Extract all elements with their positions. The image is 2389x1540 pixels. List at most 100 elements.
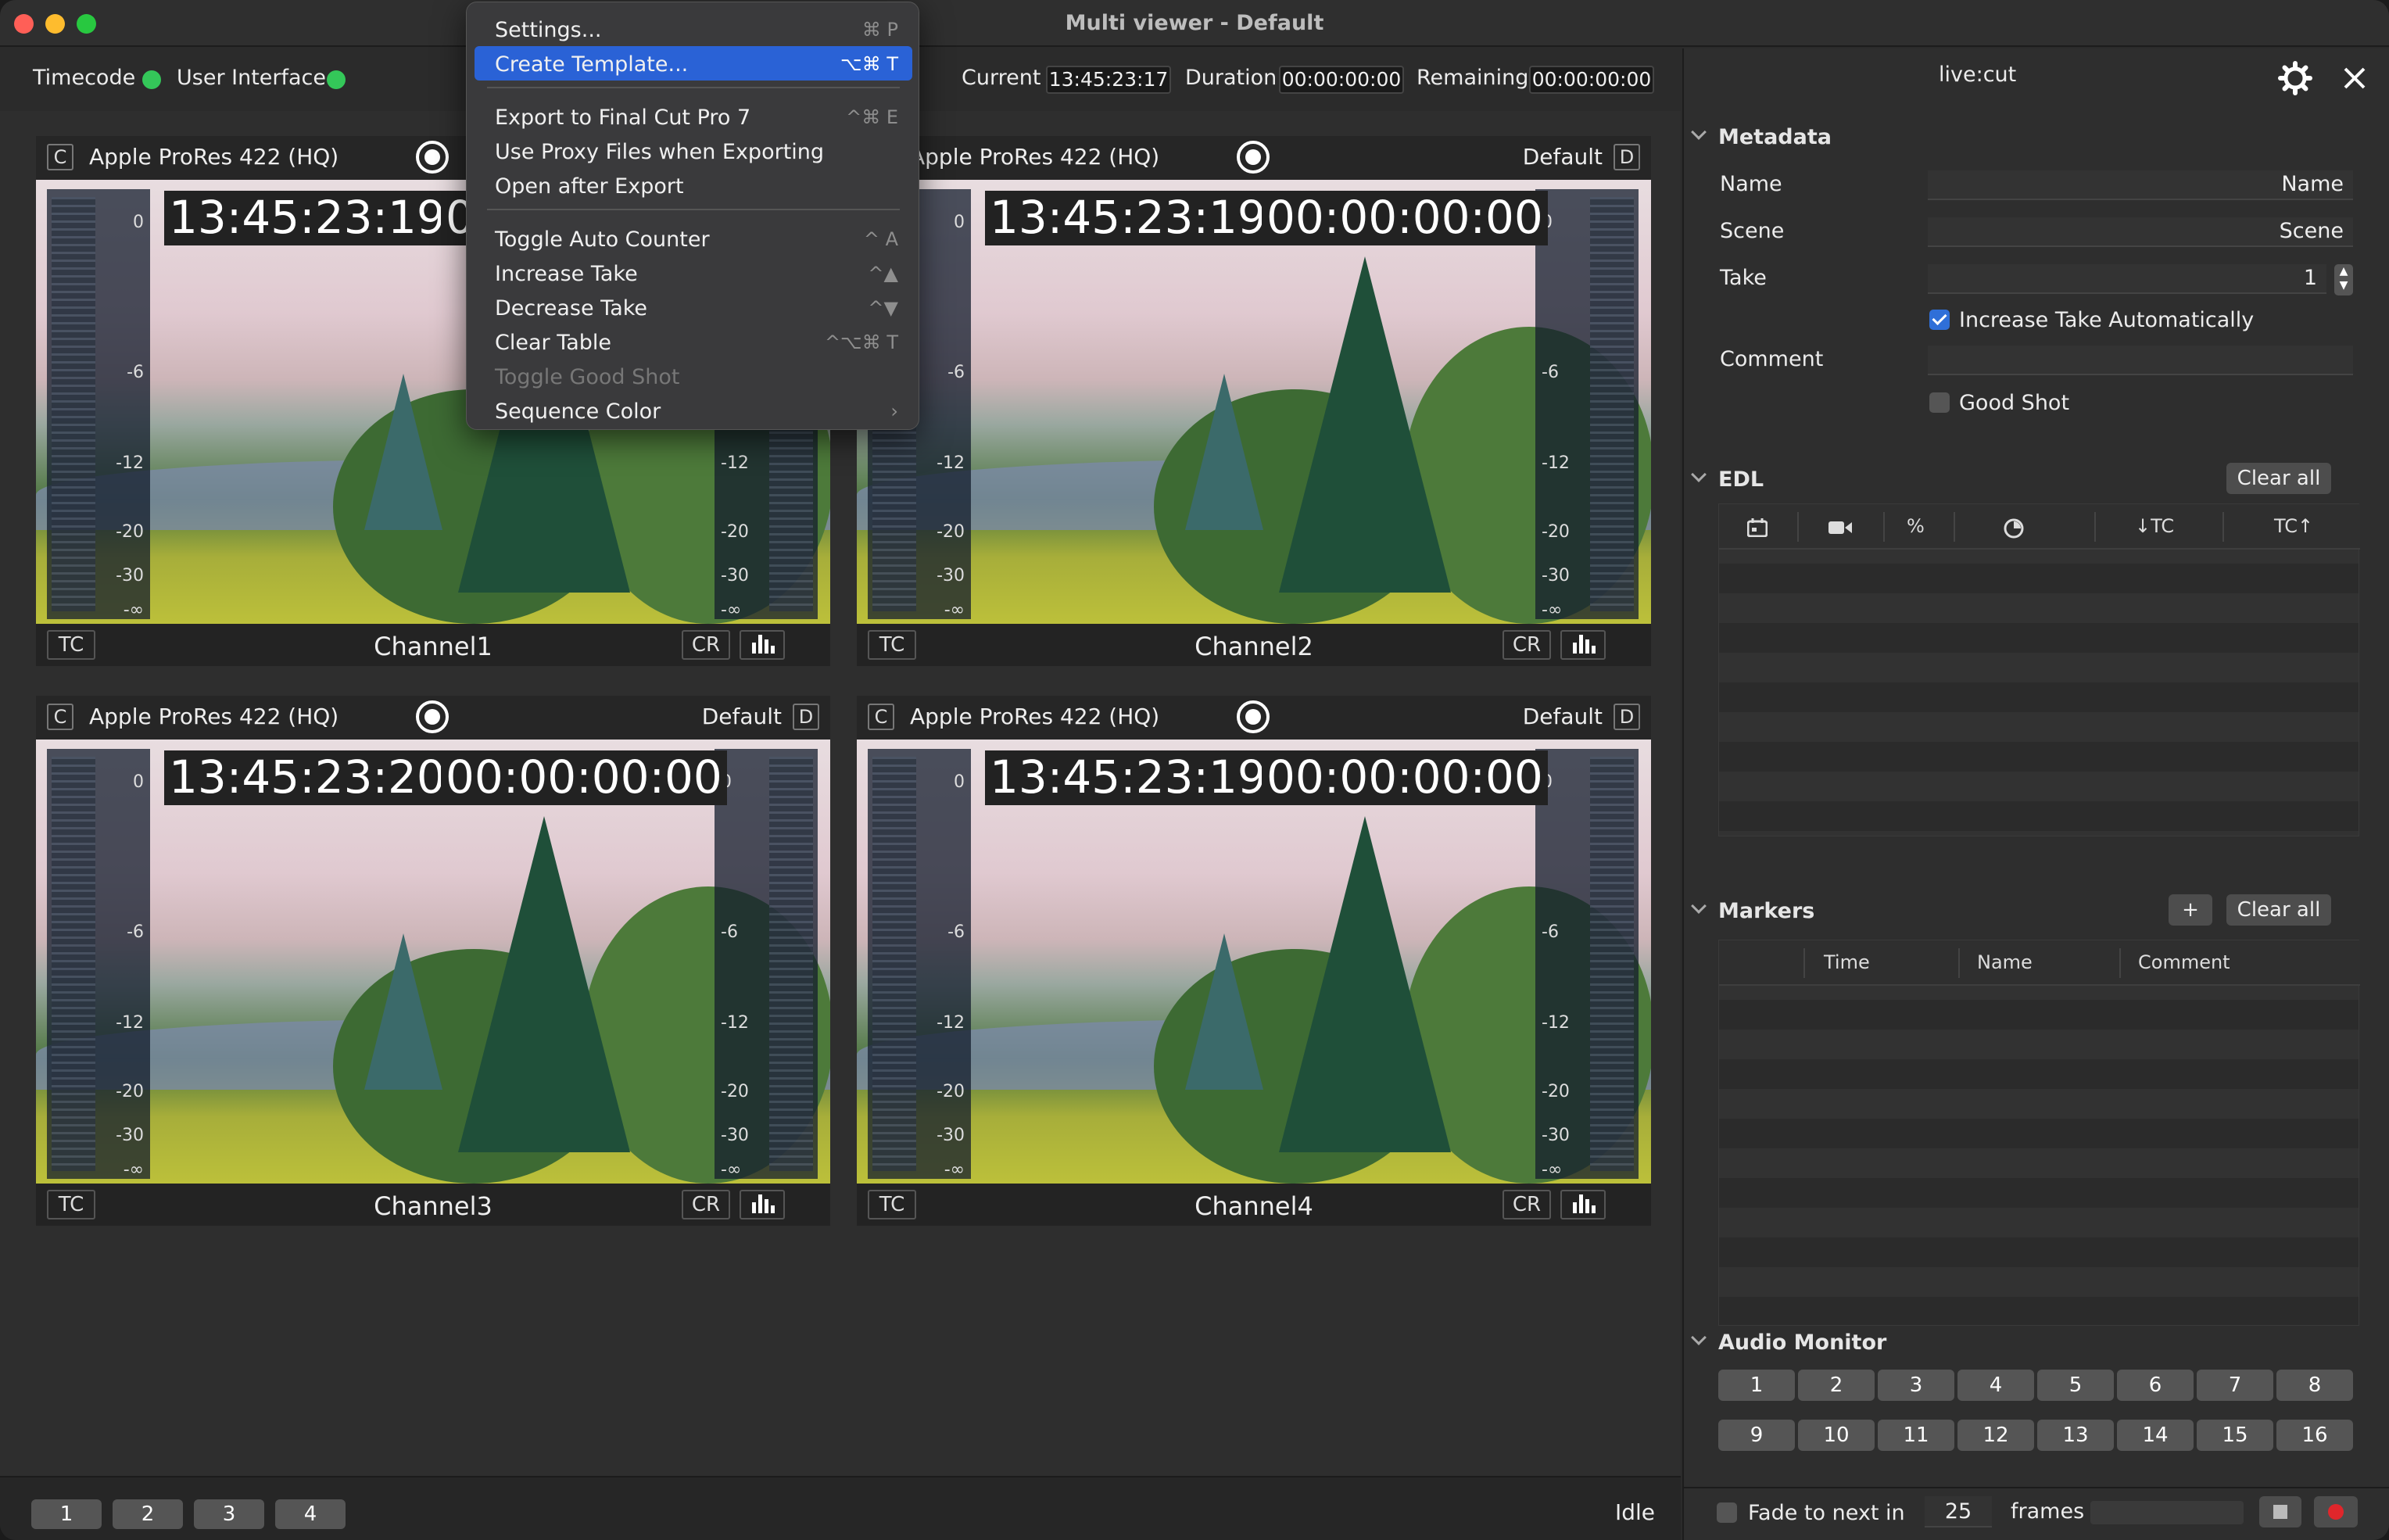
menu-item-shortcut: › [890,400,898,422]
audio-channel-13-button[interactable]: 13 [2037,1420,2114,1451]
column-separator [1803,948,1805,978]
menu-item-shortcut: ⌥⌘ T [840,53,898,75]
d-button[interactable]: D [1614,144,1640,170]
record-status-icon[interactable] [416,141,449,174]
audio-channel-4-button[interactable]: 4 [1957,1370,2034,1401]
take-field[interactable]: 1 [1928,264,2326,294]
increase-take-checkbox[interactable] [1929,310,1950,330]
fade-checkbox[interactable] [1717,1502,1737,1523]
page-2-button[interactable]: 2 [113,1499,183,1529]
edl-heading: EDL [1718,467,1764,492]
channel-cell-3[interactable]: C Apple ProRes 422 (HQ) Default D 0 -6 -12… [36,696,830,1226]
meter-scale-label: -∞ [721,1160,742,1180]
audio-channel-5-button[interactable]: 5 [2037,1370,2114,1401]
meter-scale-label: -20 [116,522,144,542]
chevron-down-icon[interactable] [1691,124,1707,140]
menu-item-decrease-take[interactable]: Decrease Take ^▼ [475,290,912,324]
audio-levels-icon[interactable] [740,1190,785,1219]
audio-levels-icon[interactable] [1560,630,1606,660]
channel-cell-2[interactable]: C Apple ProRes 422 (HQ) Default D 0 -6 -12… [857,136,1651,666]
camera-icon[interactable] [1828,520,1852,535]
comment-field[interactable] [1928,346,2353,375]
record-button[interactable] [2314,1496,2358,1527]
menu-item-use-proxy-files-when-exporting[interactable]: Use Proxy Files when Exporting [475,134,912,168]
page-4-button[interactable]: 4 [275,1499,346,1529]
video-preview[interactable]: 0 -6 -12 -20 -30 -∞ 0 -6 -12 -20 -30 -∞ 13:45:23:2… [36,740,830,1184]
preset-label: Default [1522,704,1603,729]
audio-channel-12-button[interactable]: 12 [1957,1420,2034,1451]
channel-cell-4[interactable]: C Apple ProRes 422 (HQ) Default D 0 -6 -12… [857,696,1651,1226]
cr-button[interactable]: CR [682,630,730,660]
channel-footer: TC Channel1 CR [36,624,830,666]
increase-take-label: Increase Take Automatically [1959,308,2255,332]
meter-scale-label: -6 [1542,363,1559,382]
chevron-down-icon[interactable] [1691,467,1707,482]
meter-scale-label: -∞ [123,600,144,620]
menu-item-shortcut: ^▲ [868,263,898,285]
chevron-down-icon[interactable] [1691,898,1707,914]
record-status-icon[interactable] [1237,141,1270,174]
menu-item-create-template[interactable]: Create Template... ⌥⌘ T [475,46,912,81]
audio-levels-icon[interactable] [1560,1190,1606,1219]
take-stepper[interactable]: ▲ ▼ [2334,264,2353,295]
audio-channel-1-button[interactable]: 1 [1718,1370,1795,1401]
menu-item-toggle-auto-counter[interactable]: Toggle Auto Counter ^ A [475,221,912,256]
audio-channel-11-button[interactable]: 11 [1878,1420,1954,1451]
page-1-button[interactable]: 1 [31,1499,102,1529]
menu-item-clear-table[interactable]: Clear Table ^⌥⌘ T [475,324,912,359]
menu-item-label: Sequence Color [495,399,661,424]
audio-channel-8-button[interactable]: 8 [2276,1370,2353,1401]
audio-channel-7-button[interactable]: 7 [2197,1370,2273,1401]
edl-col-percent[interactable]: % [1907,515,1925,537]
calendar-icon[interactable] [1747,518,1768,537]
edl-col-tc-out[interactable]: TC↑ [2274,515,2313,537]
video-preview[interactable]: 0-6-12-20-30-∞ 0-6-12-20-30-∞ 13:45:23:1… [857,740,1651,1184]
gear-icon[interactable] [2278,61,2312,95]
audio-levels-icon[interactable] [740,630,785,660]
audio-channel-3-button[interactable]: 3 [1878,1370,1954,1401]
chevron-down-icon[interactable] [1691,1330,1707,1345]
add-marker-button[interactable]: + [2169,894,2212,926]
page-3-button[interactable]: 3 [194,1499,264,1529]
audio-channel-6-button[interactable]: 6 [2117,1370,2194,1401]
video-preview[interactable]: 0-6-12-20-30-∞ 0-6-12-20-30-∞ 13:45:23:1… [857,180,1651,624]
scene-field[interactable]: Scene [1928,217,2353,247]
menu-item-increase-take[interactable]: Increase Take ^▲ [475,256,912,290]
good-shot-checkbox[interactable] [1929,392,1950,413]
record-status-icon[interactable] [1237,700,1270,733]
audio-channel-15-button[interactable]: 15 [2197,1420,2273,1451]
cr-button[interactable]: CR [1503,630,1551,660]
record-status-icon[interactable] [416,700,449,733]
markers-clear-all-button[interactable]: Clear all [2226,894,2331,926]
menu-item-settings[interactable]: Settings... ⌘ P [475,12,912,46]
clock-icon[interactable] [2004,518,2024,539]
menu-item-sequence-color[interactable]: Sequence Color › [475,393,912,428]
name-field[interactable]: Name [1928,170,2353,200]
cr-button[interactable]: CR [682,1190,730,1219]
audio-channel-10-button[interactable]: 10 [1798,1420,1875,1451]
d-button[interactable]: D [1614,704,1640,730]
close-icon[interactable] [2341,64,2369,92]
markers-col-comment[interactable]: Comment [2138,951,2230,973]
fade-frames-field[interactable]: 25 [1925,1496,1992,1527]
c-button[interactable]: C [47,704,73,730]
markers-col-name[interactable]: Name [1977,951,2033,973]
menu-item-label: Create Template... [495,52,689,77]
app-window: Multi viewer - Default Timecode User Int… [0,0,2389,1540]
menu-item-export-to-final-cut-pro-7[interactable]: Export to Final Cut Pro 7 ^⌘ E [475,99,912,134]
markers-col-time[interactable]: Time [1824,951,1870,973]
stop-button[interactable] [2259,1496,2301,1527]
menu-item-open-after-export[interactable]: Open after Export [475,168,912,202]
audio-channel-2-button[interactable]: 2 [1798,1370,1875,1401]
audio-channel-14-button[interactable]: 14 [2117,1420,2194,1451]
audio-channel-9-button[interactable]: 9 [1718,1420,1795,1451]
cr-button[interactable]: CR [1503,1190,1551,1219]
c-button[interactable]: C [868,704,894,730]
edl-col-tc-in[interactable]: ↓TC [2135,515,2174,537]
meter-scale-label: -20 [721,1082,749,1101]
meter-scale-label: 0 [954,213,965,232]
audio-channel-16-button[interactable]: 16 [2276,1420,2353,1451]
edl-clear-all-button[interactable]: Clear all [2226,463,2331,494]
c-button[interactable]: C [47,144,73,170]
d-button[interactable]: D [793,704,819,730]
